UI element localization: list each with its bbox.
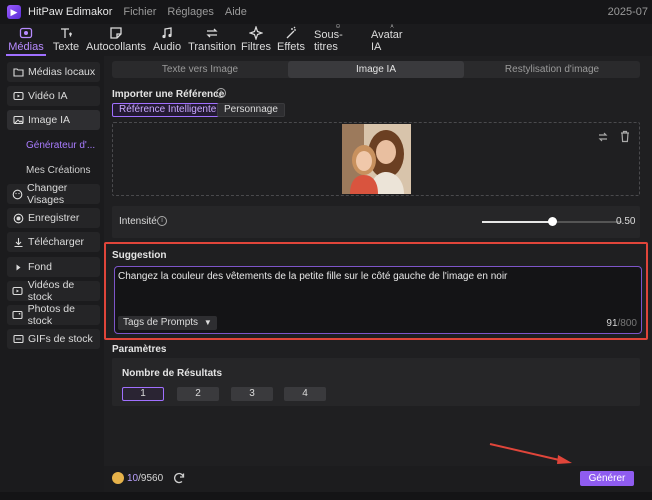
avatar-icon <box>390 24 394 28</box>
tool-stickers[interactable]: Autocollants <box>86 24 146 56</box>
stock-photo-icon <box>12 309 24 321</box>
sidebar-item-stock-photos[interactable]: Photos de stock <box>7 303 100 327</box>
app-logo-icon: ▶ <box>7 5 21 19</box>
params-panel: Nombre de Résultats 1 2 3 4 <box>112 358 640 406</box>
swap-icon[interactable] <box>597 131 609 146</box>
tool-audio[interactable]: Audio <box>153 24 181 56</box>
sidebar-item-stock-videos[interactable]: Vidéos de stock <box>7 279 100 303</box>
subtitles-icon <box>336 24 340 28</box>
tool-transition[interactable]: Transition <box>188 24 236 56</box>
trash-icon[interactable] <box>619 130 631 146</box>
refresh-icon[interactable] <box>172 471 186 485</box>
text-icon <box>61 28 72 38</box>
media-sidebar: Médias locaux Vidéo IA Image IA Générate… <box>0 56 104 500</box>
intensity-row: Intensité i 0.50 <box>112 206 640 238</box>
tab-ai-image[interactable]: Image IA <box>288 61 464 78</box>
play-icon <box>12 261 24 273</box>
title-bar: ▶ HitPaw Edimakor Fichier Réglages Aide … <box>0 0 652 24</box>
intensity-label: Intensité <box>119 216 157 227</box>
stock-video-icon <box>12 285 24 297</box>
mode-tabs: Texte vers Image Image IA Restylisation … <box>112 61 640 78</box>
suggestion-textarea[interactable]: Changez la couleur des vêtements de la p… <box>114 266 642 334</box>
reference-upload-area[interactable] <box>112 122 640 196</box>
smart-reference-button[interactable]: Référence Intelligente <box>112 103 224 117</box>
results-option-3[interactable]: 3 <box>231 387 273 401</box>
tool-subtitles[interactable]: Sous-titres <box>314 24 362 56</box>
project-date: 2025-07 <box>607 6 648 18</box>
results-option-4[interactable]: 4 <box>284 387 326 401</box>
tool-text[interactable]: Texte <box>52 24 80 56</box>
tab-text-to-image[interactable]: Texte vers Image <box>112 61 288 78</box>
sidebar-item-face-swap[interactable]: Changer Visages <box>7 182 100 206</box>
video-icon <box>12 90 24 102</box>
timeline-edge <box>0 492 652 500</box>
generate-bar: 10/9560 Générer <box>104 466 652 492</box>
folder-icon <box>12 66 24 78</box>
intensity-info-icon[interactable]: i <box>157 216 167 226</box>
params-title: Paramètres <box>112 344 167 355</box>
ai-image-panel: Texte vers Image Image IA Restylisation … <box>104 56 652 500</box>
gif-icon <box>12 333 24 345</box>
sidebar-item-stock-gifs[interactable]: GIFs de stock <box>7 329 100 349</box>
reference-title: Importer une Référence <box>112 89 225 100</box>
sidebar-item-local-media[interactable]: Médias locaux <box>7 62 100 82</box>
coin-icon <box>112 472 124 484</box>
sticker-icon <box>110 27 122 39</box>
tool-filters[interactable]: Filtres <box>241 24 271 56</box>
sidebar-item-ai-video[interactable]: Vidéo IA <box>7 86 100 106</box>
reference-thumbnail[interactable] <box>342 124 411 194</box>
sidebar-subitem-generator[interactable]: Générateur d'... <box>26 140 95 151</box>
generate-button[interactable]: Générer <box>580 471 634 486</box>
record-icon <box>12 212 24 224</box>
tool-effects[interactable]: Effets <box>277 24 305 56</box>
menu-settings[interactable]: Réglages <box>167 6 213 18</box>
intensity-slider-fill <box>482 221 552 223</box>
suggestion-text: Changez la couleur des vêtements de la p… <box>118 271 508 282</box>
suggestion-section: Suggestion Changez la couleur des vêteme… <box>104 242 648 340</box>
character-counter: 91/800 <box>606 318 637 329</box>
chevron-down-icon: ▼ <box>203 318 212 327</box>
main-toolbar: Médias Texte Autocollants Audio Transiti… <box>0 24 652 56</box>
prompt-tags-dropdown[interactable]: Tags de Prompts ▼ <box>118 316 217 330</box>
character-button[interactable]: Personnage <box>217 103 285 117</box>
music-icon <box>162 27 172 39</box>
download-icon <box>12 236 24 248</box>
intensity-value: 0.50 <box>616 216 636 227</box>
results-option-2[interactable]: 2 <box>177 387 219 401</box>
menu-file[interactable]: Fichier <box>123 6 156 18</box>
filter-icon <box>249 26 263 40</box>
sidebar-item-ai-image[interactable]: Image IA <box>7 110 100 130</box>
tool-avatar[interactable]: Avatar IA <box>371 24 413 56</box>
results-count-label: Nombre de Résultats <box>122 368 223 379</box>
credits-display: 10/9560 <box>112 472 163 484</box>
annotation-arrow <box>489 443 572 464</box>
image-icon <box>12 114 24 126</box>
transition-icon <box>206 28 218 38</box>
sidebar-item-download[interactable]: Télécharger <box>7 232 100 252</box>
sidebar-subitem-my-creations[interactable]: Mes Créations <box>26 165 90 176</box>
results-option-1[interactable]: 1 <box>122 387 164 401</box>
sidebar-item-background[interactable]: Fond <box>7 257 100 277</box>
info-icon[interactable]: i <box>216 88 226 98</box>
sidebar-item-record[interactable]: Enregistrer <box>7 208 100 228</box>
media-icon <box>19 27 33 39</box>
face-icon <box>12 188 23 200</box>
suggestion-title: Suggestion <box>112 250 167 261</box>
tool-media[interactable]: Médias <box>8 24 44 56</box>
menu-help[interactable]: Aide <box>225 6 247 18</box>
tab-image-restyle[interactable]: Restylisation d'image <box>464 61 640 78</box>
app-title: HitPaw Edimakor <box>28 6 113 18</box>
effects-icon <box>286 26 296 39</box>
intensity-slider[interactable] <box>482 217 622 226</box>
intensity-slider-handle[interactable] <box>548 217 557 226</box>
